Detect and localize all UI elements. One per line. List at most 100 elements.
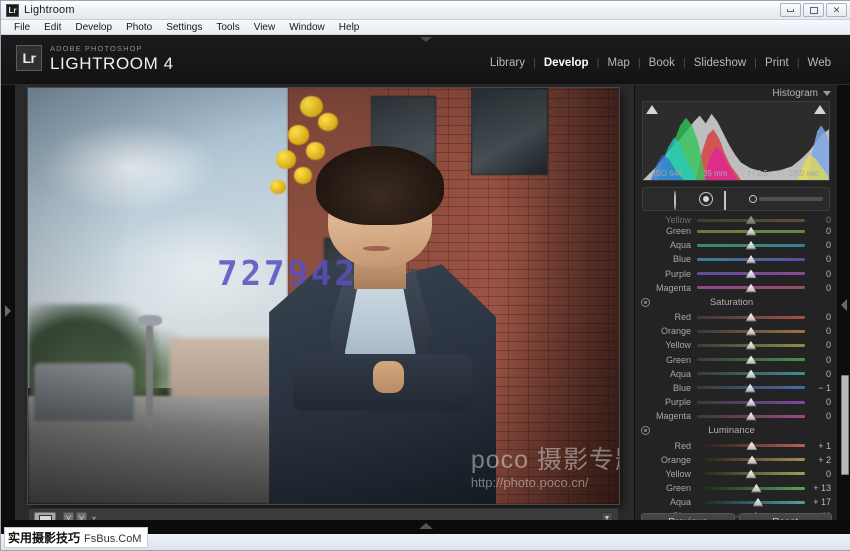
adjustment-brush-icon[interactable]: [749, 195, 823, 203]
slider-knob[interactable]: [746, 313, 757, 322]
minimize-button[interactable]: [780, 3, 801, 17]
slider-track[interactable]: [697, 472, 805, 475]
slider-row-hue-aqua[interactable]: Aqua 0: [635, 238, 837, 252]
slider-row-sat-orange[interactable]: Orange 0: [635, 324, 837, 338]
slider-row-lum-green[interactable]: Green + 13: [635, 481, 837, 495]
shadow-clipping-indicator-icon[interactable]: [646, 105, 658, 114]
slider-track[interactable]: [697, 344, 805, 347]
close-button[interactable]: ✕: [826, 3, 847, 17]
slider-track[interactable]: [697, 386, 805, 389]
graduated-filter-icon[interactable]: [724, 192, 741, 207]
expand-left-panel-icon: [5, 305, 11, 317]
slider-row-sat-yellow[interactable]: Yellow 0: [635, 338, 837, 352]
slider-knob[interactable]: [753, 498, 764, 507]
slider-row-sat-red[interactable]: Red 0: [635, 310, 837, 324]
slider-track[interactable]: [697, 458, 805, 461]
chevron-down-icon[interactable]: [823, 91, 831, 96]
slider-track[interactable]: [697, 286, 805, 289]
slider-track[interactable]: [697, 244, 805, 247]
menu-item-view[interactable]: View: [247, 21, 283, 34]
slider-track[interactable]: [697, 372, 805, 375]
slider-track[interactable]: [697, 358, 805, 361]
slider-knob[interactable]: [746, 241, 757, 250]
module-library[interactable]: Library: [482, 57, 533, 69]
slider-value: 0: [805, 340, 831, 350]
slider-track[interactable]: [697, 258, 805, 261]
slider-row-lum-orange[interactable]: Orange + 2: [635, 453, 837, 467]
module-book[interactable]: Book: [641, 57, 683, 69]
slider-row-lum-aqua[interactable]: Aqua + 17: [635, 495, 837, 509]
menu-item-window[interactable]: Window: [282, 21, 332, 34]
module-print[interactable]: Print: [757, 57, 797, 69]
highlight-clipping-indicator-icon[interactable]: [814, 105, 826, 114]
slider-knob[interactable]: [746, 327, 757, 336]
slider-row-sat-blue[interactable]: Blue − 1: [635, 381, 837, 395]
slider-knob[interactable]: [746, 398, 757, 407]
target-adjust-icon[interactable]: [641, 298, 650, 307]
slider-knob[interactable]: [746, 412, 757, 421]
slider-knob[interactable]: [747, 455, 758, 464]
module-web[interactable]: Web: [800, 57, 839, 69]
menu-item-photo[interactable]: Photo: [119, 21, 159, 34]
slider-track[interactable]: [697, 487, 805, 490]
luminance-section-header[interactable]: Luminance: [635, 423, 837, 438]
slider-row-hue-magenta[interactable]: Magenta 0: [635, 281, 837, 295]
slider-row-hue-purple[interactable]: Purple 0: [635, 267, 837, 281]
slider-knob[interactable]: [746, 355, 757, 364]
menu-item-tools[interactable]: Tools: [209, 21, 246, 34]
topbar-collapse-arrow-icon[interactable]: [420, 37, 432, 42]
slider-knob[interactable]: [751, 484, 762, 493]
exif-focal-length: 35 mm: [703, 169, 727, 178]
menu-item-settings[interactable]: Settings: [159, 21, 209, 34]
slider-row-hue-yellow[interactable]: Yellow 0: [635, 216, 837, 224]
slider-track[interactable]: [697, 444, 805, 447]
slider-knob[interactable]: [746, 269, 757, 278]
histogram-graph[interactable]: ISO 640 35 mm f / 2.5 1/50 sec: [642, 101, 830, 181]
slider-knob[interactable]: [746, 255, 757, 264]
menu-item-file[interactable]: File: [7, 21, 37, 34]
module-map[interactable]: Map: [599, 57, 637, 69]
menu-item-help[interactable]: Help: [332, 21, 367, 34]
slider-knob[interactable]: [746, 369, 757, 378]
left-panel-toggle[interactable]: [1, 85, 15, 536]
right-panel-toggle[interactable]: [837, 85, 850, 536]
expand-filmstrip-icon[interactable]: [419, 523, 433, 529]
histogram-header[interactable]: Histogram: [635, 85, 837, 101]
module-slideshow[interactable]: Slideshow: [686, 57, 754, 69]
slider-row-hue-green[interactable]: Green 0: [635, 224, 837, 238]
slider-track[interactable]: [697, 272, 805, 275]
right-panel-scrollbar[interactable]: [841, 375, 849, 475]
menu-item-edit[interactable]: Edit: [37, 21, 68, 34]
slider-track[interactable]: [697, 415, 805, 418]
red-eye-icon[interactable]: [699, 192, 716, 207]
slider-row-sat-green[interactable]: Green 0: [635, 353, 837, 367]
slider-knob[interactable]: [746, 469, 757, 478]
slider-row-sat-aqua[interactable]: Aqua 0: [635, 367, 837, 381]
slider-knob[interactable]: [746, 341, 757, 350]
slider-row-sat-magenta[interactable]: Magenta 0: [635, 409, 837, 423]
spot-removal-icon[interactable]: [674, 192, 691, 207]
slider-row-hue-blue[interactable]: Blue 0: [635, 252, 837, 266]
slider-track[interactable]: [697, 330, 805, 333]
saturation-section-header[interactable]: Saturation: [635, 295, 837, 310]
slider-knob[interactable]: [746, 216, 757, 224]
slider-knob[interactable]: [746, 441, 757, 450]
slider-track[interactable]: [697, 230, 805, 233]
slider-row-sat-purple[interactable]: Purple 0: [635, 395, 837, 409]
crop-overlay-icon[interactable]: [649, 192, 666, 207]
slider-track[interactable]: [697, 401, 805, 404]
photo-preview[interactable]: 727942 poco 摄影专题 http://photo.poco.cn/: [28, 88, 619, 504]
slider-row-lum-yellow[interactable]: Yellow 0: [635, 467, 837, 481]
module-develop[interactable]: Develop: [536, 57, 597, 69]
slider-knob[interactable]: [745, 383, 756, 392]
slider-track[interactable]: [697, 219, 805, 222]
menu-item-develop[interactable]: Develop: [68, 21, 119, 34]
slider-track[interactable]: [697, 316, 805, 319]
slider-row-lum-red[interactable]: Red + 1: [635, 438, 837, 452]
slider-knob[interactable]: [746, 283, 757, 292]
slider-track[interactable]: [697, 501, 805, 504]
target-adjust-icon[interactable]: [641, 426, 650, 435]
image-canvas[interactable]: 727942 poco 摄影专题 http://photo.poco.cn/ Y…: [15, 85, 634, 536]
maximize-button[interactable]: [803, 3, 824, 17]
slider-knob[interactable]: [746, 227, 757, 236]
